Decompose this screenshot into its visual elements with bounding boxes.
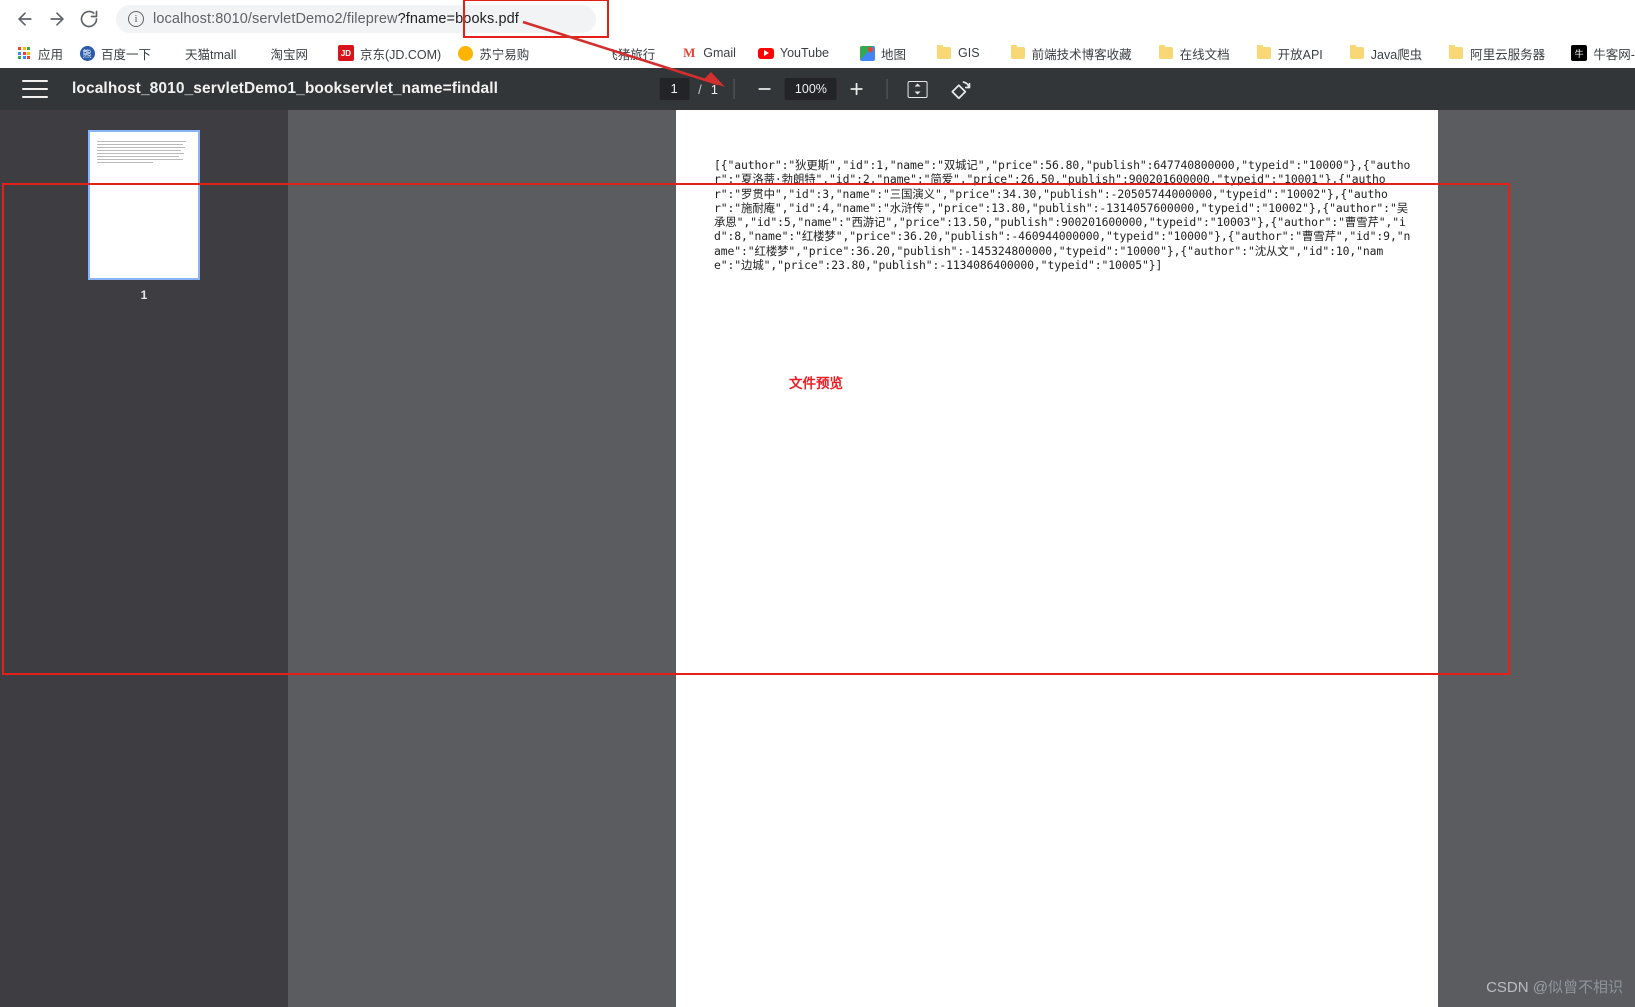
bookmark-label: Gmail: [703, 46, 736, 60]
rotate-button[interactable]: [948, 75, 976, 103]
bookmark-jd[interactable]: JD 京东(JD.COM): [330, 41, 449, 65]
zoom-out-button[interactable]: [751, 75, 779, 103]
file-preview-label: 文件预览: [789, 376, 843, 391]
bookmark-apps[interactable]: 应用: [8, 41, 71, 65]
back-button[interactable]: [10, 4, 40, 34]
folder-icon: [936, 44, 952, 61]
document-scroll-area[interactable]: [{"author":"狄更斯","id":1,"name":"双城记","pr…: [288, 110, 1635, 1007]
bookmark-label: 苏宁易购: [479, 47, 530, 62]
apps-grid-icon: [16, 45, 32, 61]
bookmark-folder-gis[interactable]: GIS: [928, 41, 988, 65]
bookmark-suning[interactable]: 苏宁易购: [449, 41, 537, 65]
folder-icon: [1010, 44, 1026, 61]
fit-to-page-icon: [907, 80, 928, 98]
thumbnail-page-number: 1: [140, 288, 148, 302]
bookmark-label: 天猫tmall: [185, 47, 237, 62]
rotate-icon: [951, 81, 971, 100]
bookmark-label: YouTube: [779, 46, 830, 60]
url-text: localhost:8010/servletDemo2/fileprew?fna…: [153, 11, 519, 27]
bookmark-tmall[interactable]: 天猫tmall: [177, 41, 244, 65]
address-bar[interactable]: i localhost:8010/servletDemo2/fileprew?f…: [116, 0, 609, 38]
nowcoder-icon: 牛: [1571, 45, 1588, 61]
jd-icon: JD: [337, 45, 354, 61]
bookmark-label: 淘宝网: [270, 47, 308, 62]
bookmark-label: 京东(JD.COM): [359, 47, 442, 62]
bookmark-label: 地图: [881, 47, 907, 62]
bookmark-taobao[interactable]: 淘宝网: [262, 41, 316, 65]
bookmark-label: 开放API: [1277, 47, 1323, 62]
bookmark-label: GIS: [958, 46, 980, 60]
folder-icon: [1158, 44, 1174, 61]
watermark-separator: @: [1528, 979, 1548, 996]
pdf-document-title: localhost_8010_servletDemo1_bookservlet_…: [72, 80, 499, 97]
total-pages-label: 1: [710, 81, 718, 97]
watermark-user: 似曾不相识: [1547, 979, 1623, 996]
bookmarks-bar: 应用 熊 百度一下 天猫tmall 淘宝网 JD 京东(JD.COM) 苏宁易购…: [0, 38, 1635, 68]
toolbar-divider: [733, 79, 735, 99]
bookmark-folder-frontend-blogs[interactable]: 前端技术博客收藏: [1002, 41, 1140, 65]
pdf-toolbar: localhost_8010_servletDemo1_bookservlet_…: [0, 68, 1635, 110]
zoom-level-display[interactable]: 100%: [784, 78, 837, 100]
site-info-icon[interactable]: i: [128, 11, 144, 27]
watermark-brand: CSDN: [1486, 979, 1529, 996]
bookmark-youtube[interactable]: YouTube: [750, 41, 837, 65]
csdn-watermark: CSDN @似曾不相识: [1486, 976, 1623, 997]
bookmark-folder-aliyun[interactable]: 阿里云服务器: [1440, 41, 1553, 65]
bookmark-label: 飞猪旅行: [605, 47, 656, 62]
pdf-page-text: [{"author":"狄更斯","id":1,"name":"双城记","pr…: [714, 158, 1411, 273]
maps-icon: [859, 45, 875, 61]
bookmark-nowcoder[interactable]: 牛 牛客网-找工作神器...: [1563, 41, 1635, 65]
bookmark-label: 前端技术博客收藏: [1031, 47, 1132, 62]
thumbnail-sidebar: 1: [0, 110, 288, 1007]
browser-chrome: i localhost:8010/servletDemo2/fileprew?f…: [0, 0, 1635, 68]
folder-icon: [1256, 44, 1272, 61]
bookmark-label: 阿里云服务器: [1470, 47, 1546, 62]
gmail-icon: M: [683, 45, 696, 60]
bookmark-label: 牛客网-找工作神器...: [1593, 47, 1635, 62]
baidu-icon: 熊: [79, 45, 95, 61]
bookmark-folder-open-api[interactable]: 开放API: [1248, 41, 1331, 65]
navigation-bar: i localhost:8010/servletDemo2/fileprew?f…: [0, 0, 1635, 38]
thumbnail-text-preview: [97, 141, 190, 165]
bookmark-fliggy[interactable]: 飞猪旅行: [597, 41, 663, 65]
page-number-input[interactable]: 1: [659, 78, 690, 100]
bookmark-label: 在线文档: [1179, 47, 1230, 62]
bookmark-folder-online-docs[interactable]: 在线文档: [1150, 41, 1238, 65]
bookmark-baidu[interactable]: 熊 百度一下: [71, 41, 159, 65]
page-thumbnail-1[interactable]: [88, 130, 200, 280]
toolbar-divider-2: [886, 79, 888, 99]
bookmark-maps[interactable]: 地图: [851, 41, 914, 65]
bookmark-label: 应用: [38, 47, 64, 62]
pdf-toolbar-controls: 1 / 1 100%: [659, 75, 976, 103]
zoom-in-button[interactable]: [843, 75, 871, 103]
folder-icon: [1349, 44, 1365, 61]
url-prefix: localhost:8010/servletDemo2/fileprew: [153, 11, 398, 27]
pdf-viewer: localhost_8010_servletDemo1_bookservlet_…: [0, 68, 1635, 1007]
page-separator: /: [698, 81, 702, 97]
bookmark-label: Java爬虫: [1370, 47, 1423, 62]
pdf-viewer-body: 1 [{"author":"狄更斯","id":1,"name":"双城记","…: [0, 110, 1635, 1007]
reload-button[interactable]: [74, 4, 104, 34]
bookmark-folder-java-crawler[interactable]: Java爬虫: [1341, 41, 1430, 65]
hamburger-menu-icon[interactable]: [22, 80, 48, 98]
bookmark-label: 百度一下: [101, 47, 152, 62]
folder-icon: [1448, 44, 1464, 61]
bookmark-gmail[interactable]: M Gmail: [673, 41, 744, 65]
forward-button[interactable]: [42, 4, 72, 34]
url-query: ?fname=books.pdf: [397, 11, 519, 27]
youtube-icon: [757, 45, 774, 61]
suning-icon: [457, 45, 473, 61]
fit-to-page-button[interactable]: [904, 75, 932, 103]
pdf-page-1: [{"author":"狄更斯","id":1,"name":"双城记","pr…: [676, 110, 1438, 1007]
